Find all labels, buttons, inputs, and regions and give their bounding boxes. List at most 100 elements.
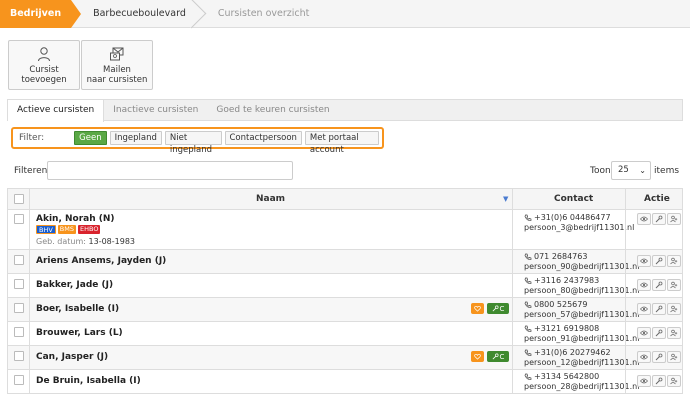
row-checkbox[interactable] (14, 303, 24, 313)
table-row[interactable]: Boer, Isabelle (I) C 0800 525679 persoon… (7, 298, 683, 322)
column-name-header[interactable]: Naam (256, 189, 285, 209)
tab-active-students[interactable]: Actieve cursisten (8, 100, 105, 122)
filter-ingepland-button[interactable]: Ingepland (109, 131, 162, 145)
portal-account-marker: C (487, 303, 509, 314)
badge-ehbo: EHBO (78, 225, 101, 234)
edit-button[interactable] (652, 327, 666, 339)
email-address[interactable]: persoon_28@bedrijf11301.nl (524, 382, 639, 392)
edit-button[interactable] (652, 351, 666, 363)
view-button[interactable] (637, 255, 651, 267)
key-icon (492, 305, 499, 312)
row-checkbox[interactable] (14, 351, 24, 361)
student-name[interactable]: Boer, Isabelle (I) (36, 304, 119, 314)
view-button[interactable] (637, 213, 651, 225)
add-student-label-2: toevoegen (21, 75, 67, 85)
phone-number[interactable]: +31(0)6 04486477 (534, 213, 611, 223)
filter-niet-ingepland-button[interactable]: Niet ingepland (164, 131, 222, 155)
portal-account-marker: C (487, 351, 509, 362)
table-row[interactable]: Akin, Norah (N) BHV BMS EHBO Geb. datum:… (7, 210, 683, 250)
add-user-button[interactable] (667, 279, 681, 291)
pagesize-suffix: items (654, 166, 680, 176)
email-address[interactable]: persoon_12@bedrijf11301.nl (524, 358, 639, 368)
phone-icon (524, 214, 532, 221)
phone-number[interactable]: 071 2684763 (534, 252, 587, 262)
table-row[interactable]: De Bruin, Isabella (I) +3134 5642800 per… (7, 370, 683, 394)
edit-button[interactable] (652, 375, 666, 387)
table-row[interactable]: Can, Jasper (J) C +31(0)6 20279462 perso… (7, 346, 683, 370)
add-user-button[interactable] (667, 303, 681, 315)
breadcrumb-company[interactable]: Barbecueboulevard (71, 0, 196, 28)
breadcrumb-bedrijven[interactable]: Bedrijven (0, 0, 82, 28)
view-button[interactable] (637, 279, 651, 291)
mail-students-button[interactable]: Mailen naar cursisten (81, 40, 153, 90)
student-name[interactable]: Akin, Norah (N) (36, 214, 115, 224)
phone-icon (524, 373, 532, 380)
user-plus-icon (670, 305, 678, 313)
filter-geen-button[interactable]: Geen (74, 131, 107, 145)
add-user-button[interactable] (667, 327, 681, 339)
phone-icon (524, 325, 532, 332)
row-checkbox[interactable] (14, 327, 24, 337)
phone-number[interactable]: 0800 525679 (534, 300, 587, 310)
tab-pending-students[interactable]: Goed te keuren cursisten (207, 100, 338, 121)
email-address[interactable]: persoon_80@bedrijf11301.nl (524, 286, 639, 296)
contact-info: +3121 6919808 persoon_91@bedrijf11301.nl (524, 324, 639, 344)
row-checkbox[interactable] (14, 375, 24, 385)
view-button[interactable] (637, 375, 651, 387)
add-user-button[interactable] (667, 255, 681, 267)
table-row[interactable]: Brouwer, Lars (L) +3121 6919808 persoon_… (7, 322, 683, 346)
add-user-button[interactable] (667, 375, 681, 387)
user-plus-icon (670, 329, 678, 337)
contact-info: +3116 2437983 persoon_80@bedrijf11301.nl (524, 276, 639, 296)
edit-button[interactable] (652, 213, 666, 225)
edit-button[interactable] (652, 303, 666, 315)
email-address[interactable]: persoon_91@bedrijf11301.nl (524, 334, 639, 344)
phone-number[interactable]: +3116 2437983 (534, 276, 599, 286)
phone-icon (524, 253, 532, 260)
chevron-down-icon: ⌄ (639, 166, 646, 175)
pagesize-label: Toon (590, 166, 611, 176)
student-name[interactable]: De Bruin, Isabella (I) (36, 376, 141, 386)
row-checkbox[interactable] (14, 255, 24, 265)
edit-button[interactable] (652, 255, 666, 267)
phone-number[interactable]: +3134 5642800 (534, 372, 599, 382)
key-icon (492, 353, 499, 360)
add-user-button[interactable] (667, 351, 681, 363)
row-checkbox[interactable] (14, 279, 24, 289)
view-button[interactable] (637, 327, 651, 339)
table-row[interactable]: Ariens Ansems, Jayden (J) 071 2684763 pe… (7, 250, 683, 274)
user-icon (38, 47, 50, 62)
search-input[interactable] (47, 161, 293, 180)
phone-number[interactable]: +31(0)6 20279462 (534, 348, 611, 358)
add-user-button[interactable] (667, 213, 681, 225)
breadcrumb: Bedrijven Barbecueboulevard Cursisten ov… (0, 0, 690, 28)
user-plus-icon (670, 281, 678, 289)
view-button[interactable] (637, 351, 651, 363)
email-address[interactable]: persoon_3@bedrijf11301.nl (524, 223, 634, 233)
student-name[interactable]: Ariens Ansems, Jayden (J) (36, 256, 166, 266)
view-button[interactable] (637, 303, 651, 315)
contact-info: 071 2684763 persoon_90@bedrijf11301.nl (524, 252, 639, 272)
pagesize-select[interactable]: 25 ⌄ (611, 161, 651, 180)
edit-button[interactable] (652, 279, 666, 291)
badge-bhv: BHV (36, 225, 56, 234)
tab-inactive-students[interactable]: Inactieve cursisten (104, 100, 207, 121)
email-address[interactable]: persoon_90@bedrijf11301.nl (524, 262, 639, 272)
table-row[interactable]: Bakker, Jade (J) +3116 2437983 persoon_8… (7, 274, 683, 298)
student-name[interactable]: Bakker, Jade (J) (36, 280, 113, 290)
student-name[interactable]: Brouwer, Lars (L) (36, 328, 123, 338)
select-all-checkbox[interactable] (14, 194, 24, 204)
wrench-icon (655, 281, 663, 289)
filter-portaal-account-button[interactable]: Met portaal account (304, 131, 379, 155)
table-header: Naam ▼ Contact Actie (7, 188, 683, 210)
phone-number[interactable]: +3121 6919808 (534, 324, 599, 334)
student-name[interactable]: Can, Jasper (J) (36, 352, 108, 362)
filter-contactpersoon-button[interactable]: Contactpersoon (224, 131, 302, 145)
eye-icon (640, 306, 648, 312)
sort-desc-icon[interactable]: ▼ (503, 195, 508, 203)
add-student-button[interactable]: Cursist toevoegen (8, 40, 80, 90)
filter-panel: Filter: Geen Ingepland Niet ingepland Co… (11, 127, 384, 155)
email-address[interactable]: persoon_57@bedrijf11301.nl (524, 310, 639, 320)
user-plus-icon (670, 353, 678, 361)
row-checkbox[interactable] (14, 214, 24, 224)
